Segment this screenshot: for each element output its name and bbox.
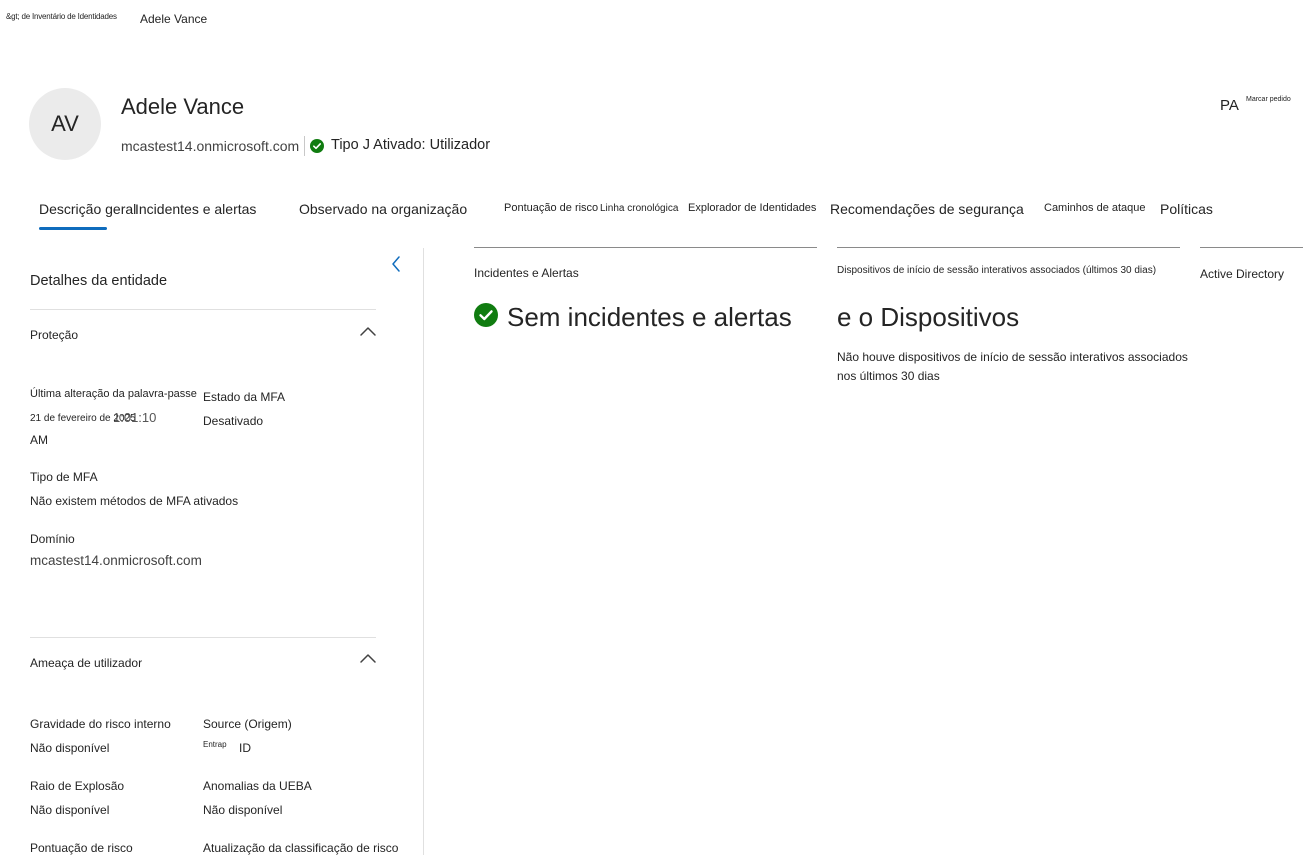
incidents-card-title: Incidentes e Alertas (474, 266, 579, 280)
protection-section-title: Proteção (30, 328, 79, 342)
ueba-anomalies-label: Anomalias da UEBA (203, 779, 312, 793)
domain-label: Domínio (30, 532, 75, 546)
page-title: Adele Vance (121, 94, 245, 119)
last-password-change-time: 1:01:10 (113, 410, 157, 425)
risk-update-label: Atualização da classificação de risco (203, 841, 399, 855)
card-top-border (1200, 247, 1303, 248)
last-password-change-ampm: AM (30, 433, 48, 447)
tab-attack-paths[interactable]: Caminhos de ataque (1044, 202, 1146, 214)
section-divider (30, 309, 376, 310)
risk-score-label: Pontuação de risco (30, 841, 133, 855)
mfa-type-value: Não existem métodos de MFA ativados (30, 494, 239, 508)
tab-overview[interactable]: Descrição geral (39, 201, 136, 217)
tab-policies[interactable]: Políticas (1160, 201, 1213, 217)
mfa-type-label: Tipo de MFA (30, 470, 98, 484)
incidents-empty-message: Sem incidentes e alertas (507, 302, 792, 332)
chevron-up-icon[interactable] (359, 652, 377, 664)
header-separator (304, 136, 305, 156)
user-domain: mcastest14.onmicrosoft.com (121, 138, 300, 154)
source-value-prefix: Entrap (203, 740, 227, 749)
domain-value: mcastest14.onmicrosoft.com (30, 553, 202, 568)
card-top-border (837, 247, 1180, 248)
check-circle-icon (474, 303, 498, 327)
source-label: Source (Origem) (203, 717, 292, 731)
last-password-change-label: Última alteração da palavra-passe (30, 388, 197, 400)
ueba-anomalies-value: Não disponível (203, 803, 283, 817)
mfa-state-label: Estado da MFA (203, 390, 286, 404)
avatar: AV (29, 88, 101, 160)
tab-identity-explorer[interactable]: Explorador de Identidades (688, 202, 816, 214)
tab-observed-in-org[interactable]: Observado na organização (299, 201, 467, 217)
section-divider (30, 637, 376, 638)
breadcrumb-parent-link[interactable]: &gt; de Inventário de Identidades (6, 12, 117, 21)
devices-heading: e o Dispositivos (837, 302, 1020, 332)
devices-description: Não houve dispositivos de início de sess… (837, 350, 1188, 383)
blast-radius-label: Raio de Explosão (30, 779, 125, 793)
blast-radius-value: Não disponível (30, 803, 110, 817)
tab-selected-indicator (39, 227, 107, 230)
avatar-initials: AV (51, 111, 79, 136)
card-top-border (474, 247, 817, 248)
entity-details-title: Detalhes da entidade (30, 273, 168, 289)
user-threat-section-title: Ameaça de utilizador (30, 656, 143, 670)
right-initials: PA (1220, 97, 1239, 114)
chevron-left-icon[interactable] (388, 254, 404, 274)
breadcrumb-current: Adele Vance (140, 12, 208, 26)
tab-incidents-alerts[interactable]: Incidentes e alertas (135, 201, 256, 217)
insider-risk-label: Gravidade do risco interno (30, 717, 171, 731)
tab-security-recommendations[interactable]: Recomendações de segurança (830, 201, 1024, 217)
mfa-state-value: Desativado (203, 414, 264, 428)
check-circle-icon (310, 139, 324, 153)
chevron-up-icon[interactable] (359, 325, 377, 337)
tab-risk-score[interactable]: Pontuação de risco (504, 202, 598, 214)
panel-divider (423, 248, 424, 855)
devices-card-title: Dispositivos de início de sessão interat… (837, 265, 1157, 276)
source-value: ID (239, 741, 251, 755)
insider-risk-value: Não disponível (30, 741, 110, 755)
active-directory-card-title: Active Directory (1200, 267, 1285, 281)
mark-request-button[interactable]: Marcar pedido (1246, 96, 1291, 103)
user-type-status: Tipo J Ativado: Utilizador (331, 137, 491, 153)
tab-timeline[interactable]: Linha cronológica (600, 203, 678, 214)
